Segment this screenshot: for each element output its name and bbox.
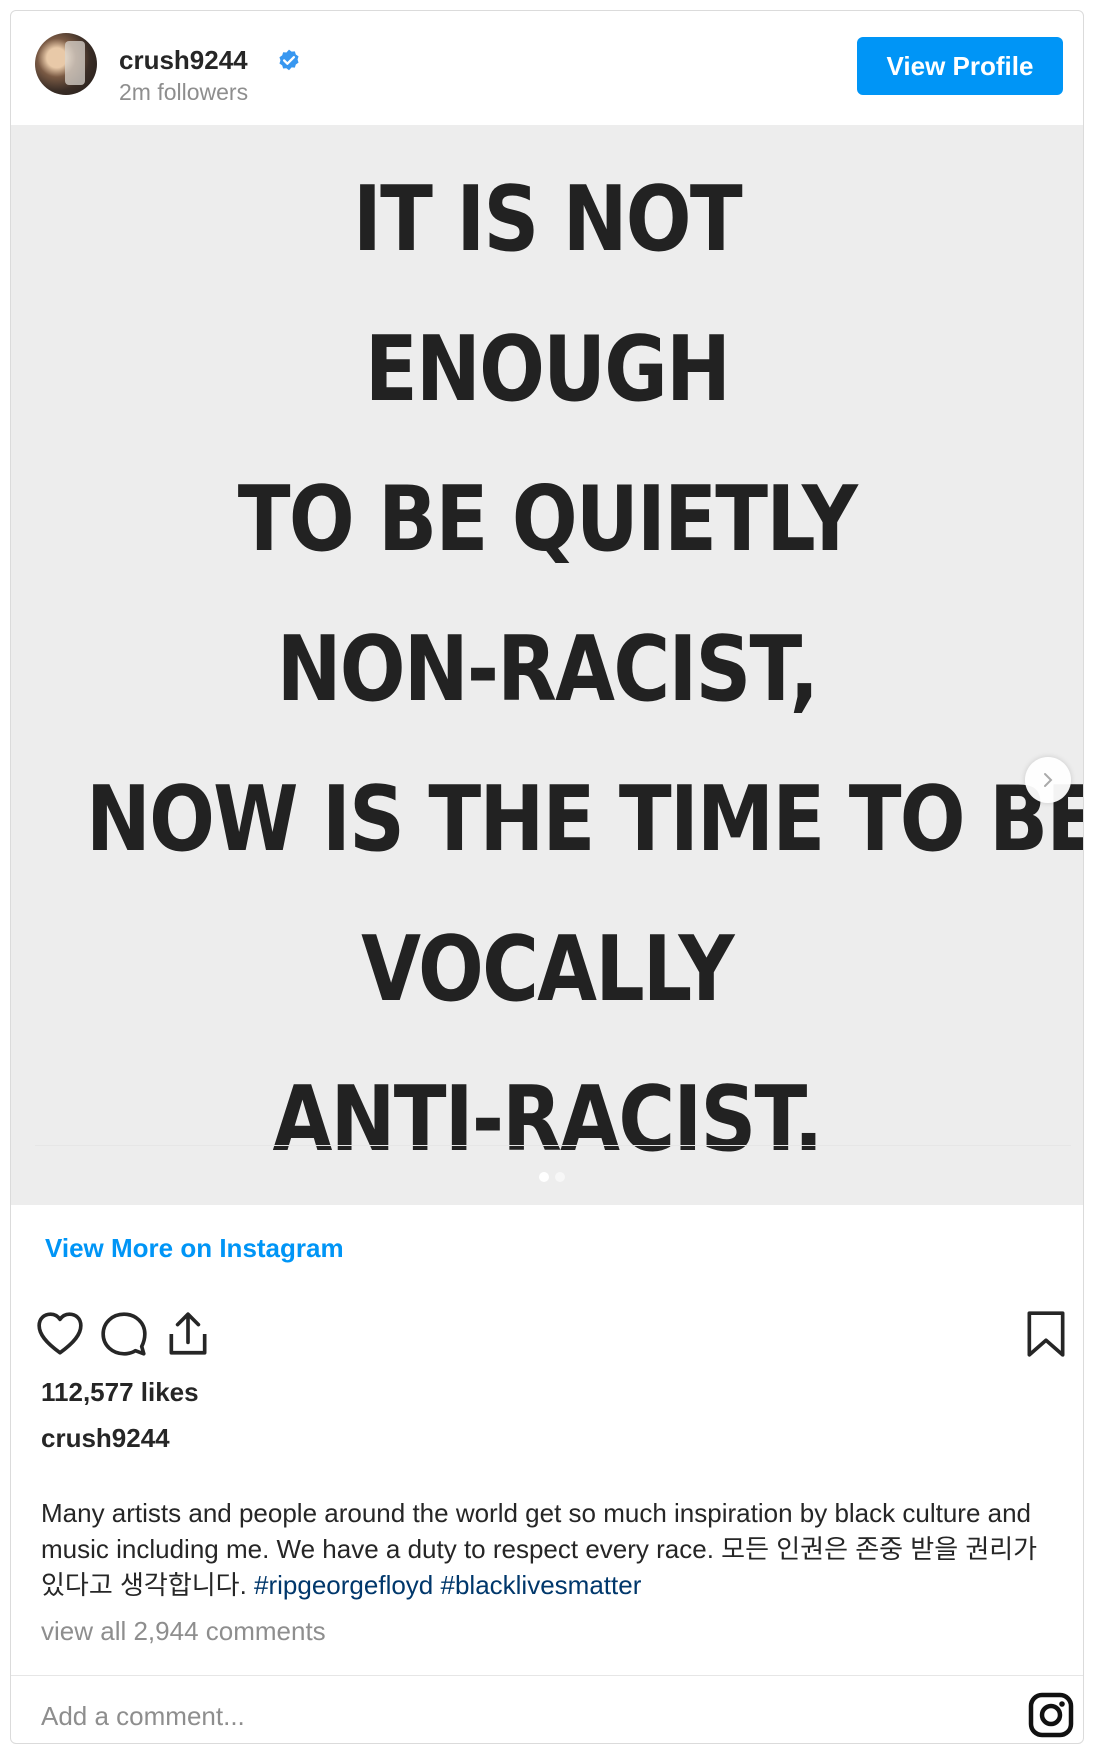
carousel-indicator <box>539 1169 571 1187</box>
carousel-next-button[interactable] <box>1025 757 1071 803</box>
quote-line: VOCALLY <box>361 917 734 1022</box>
quote-text: IT IS NOT ENOUGH TO BE QUIETLY NON-RACIS… <box>86 145 1083 1195</box>
instagram-logo-icon[interactable] <box>1027 1691 1075 1739</box>
comment-input[interactable]: Add a comment... <box>41 1701 245 1732</box>
carousel-dot <box>539 1172 549 1182</box>
quote-line: ENOUGH <box>364 317 731 422</box>
divider <box>35 1145 1071 1146</box>
view-profile-button[interactable]: View Profile <box>857 37 1063 95</box>
post-image[interactable]: IT IS NOT ENOUGH TO BE QUIETLY NON-RACIS… <box>11 125 1083 1205</box>
bookmark-icon[interactable] <box>1021 1309 1071 1359</box>
caption-text: Many artists and people around the world… <box>41 1495 1061 1603</box>
caption-author[interactable]: crush9244 <box>41 1423 170 1454</box>
heart-icon[interactable] <box>35 1309 85 1359</box>
verified-badge-icon <box>279 49 299 71</box>
quote-line: TO BE QUIETLY <box>237 467 858 572</box>
view-comments-link[interactable]: view all 2,944 comments <box>41 1616 326 1647</box>
quote-line: IT IS NOT <box>353 167 743 272</box>
view-more-link[interactable]: View More on Instagram <box>45 1233 344 1264</box>
quote-line: NOW IS THE TIME TO BE <box>86 767 1083 872</box>
like-count[interactable]: 112,577 likes <box>41 1377 199 1408</box>
post-header: crush9244 2m followers View Profile <box>11 11 1083 123</box>
chevron-right-icon <box>1044 773 1053 787</box>
divider <box>11 1675 1083 1676</box>
hashtag-link[interactable]: #ripgeorgefloyd <box>254 1570 433 1600</box>
quote-line: NON-RACIST, <box>276 617 819 722</box>
action-bar <box>35 1309 1071 1359</box>
share-icon[interactable] <box>163 1309 213 1359</box>
comment-icon[interactable] <box>99 1309 149 1359</box>
username[interactable]: crush9244 <box>119 45 248 76</box>
carousel-dot <box>555 1172 565 1182</box>
avatar[interactable] <box>35 33 97 95</box>
instagram-embed-card: crush9244 2m followers View Profile IT I… <box>10 10 1084 1744</box>
hashtag-link[interactable]: #blacklivesmatter <box>441 1570 642 1600</box>
follower-count: 2m followers <box>119 79 249 105</box>
